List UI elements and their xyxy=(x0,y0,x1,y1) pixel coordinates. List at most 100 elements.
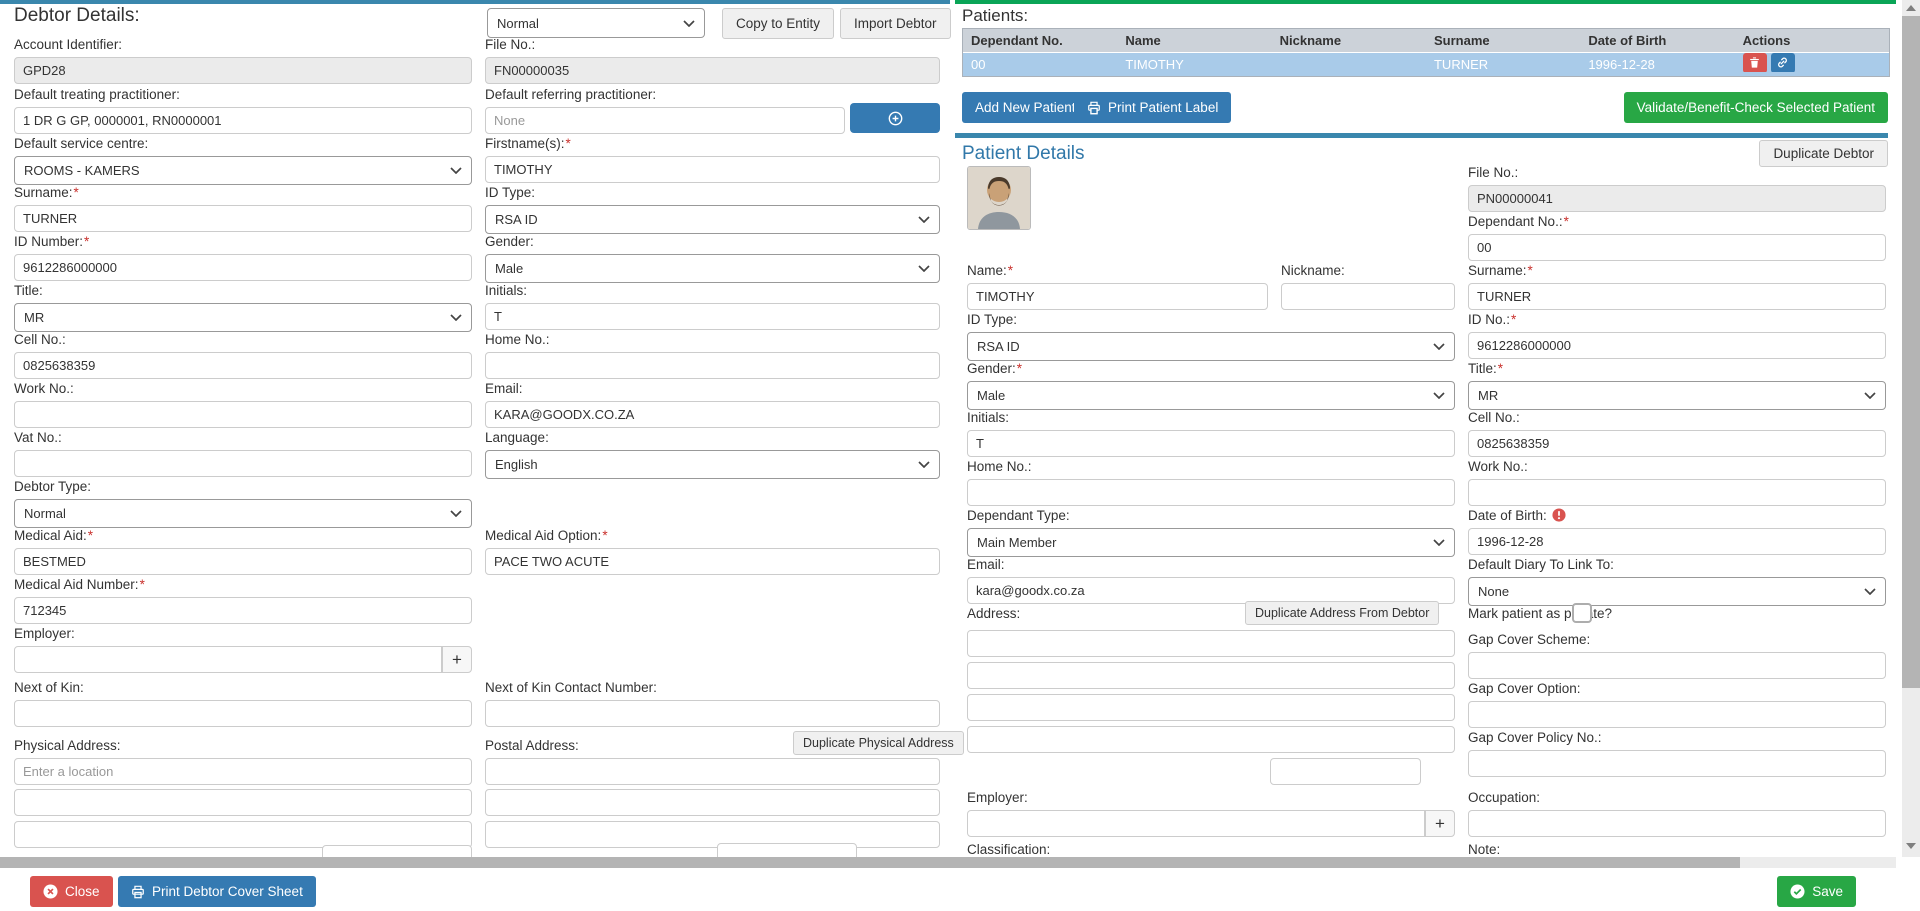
duplicate-debtor-button[interactable]: Duplicate Debtor xyxy=(1759,140,1888,167)
patient-surname-input[interactable] xyxy=(1468,283,1886,310)
gap-cover-option-field: Gap Cover Option: xyxy=(1468,681,1886,728)
debtor-id-type-label: ID Type: xyxy=(485,185,940,202)
nok-contact-input[interactable] xyxy=(485,700,940,727)
postal-address-line1-input[interactable] xyxy=(485,758,940,785)
firstnames-input[interactable] xyxy=(485,156,940,183)
delete-patient-button[interactable] xyxy=(1743,53,1767,72)
treating-practitioner-input[interactable] xyxy=(14,107,472,134)
debtor-status-select[interactable]: Normal xyxy=(487,8,705,38)
cell-dependant-no: 00 xyxy=(963,53,1117,76)
vertical-scrollbar-track xyxy=(1902,0,1920,857)
patient-id-type-select[interactable]: RSA ID xyxy=(967,332,1455,361)
patient-address-line4-input[interactable] xyxy=(967,726,1455,753)
debtor-work-input[interactable] xyxy=(14,401,472,428)
patient-address-line2-input[interactable] xyxy=(967,662,1455,689)
close-button[interactable]: Close xyxy=(30,876,113,907)
patient-initials-input[interactable] xyxy=(967,430,1455,457)
plus-icon: + xyxy=(1435,814,1445,834)
default-diary-select[interactable]: None xyxy=(1468,577,1886,606)
link-patient-button[interactable] xyxy=(1771,53,1795,72)
medical-aid-field: Medical Aid:* xyxy=(14,528,472,575)
validate-benefit-check-button[interactable]: Validate/Benefit-Check Selected Patient xyxy=(1624,92,1888,123)
add-referring-practitioner-button[interactable] xyxy=(850,103,940,133)
physical-address-line3-input[interactable] xyxy=(14,821,472,848)
debtor-id-type-select[interactable]: RSA ID xyxy=(485,205,940,234)
horizontal-scrollbar-thumb[interactable] xyxy=(0,857,1740,868)
next-of-kin-input[interactable] xyxy=(14,700,472,727)
default-diary-field: Default Diary To Link To: None xyxy=(1468,557,1886,606)
chevron-down-icon xyxy=(1433,343,1445,350)
patient-id-type-label: ID Type: xyxy=(967,312,1455,329)
debtor-vat-label: Vat No.: xyxy=(14,430,472,447)
debtor-type-select[interactable]: Normal xyxy=(14,499,472,528)
debtor-employer-input[interactable] xyxy=(14,646,442,673)
scroll-up-arrow[interactable] xyxy=(1906,5,1916,11)
duplicate-address-from-debtor-button[interactable]: Duplicate Address From Debtor xyxy=(1245,601,1439,625)
debtor-home-label: Home No.: xyxy=(485,332,940,349)
patient-address-code-input[interactable] xyxy=(1270,758,1421,785)
debtor-surname-input[interactable] xyxy=(14,205,472,232)
patient-photo[interactable] xyxy=(967,166,1031,230)
patient-work-input[interactable] xyxy=(1468,479,1886,506)
patient-address-line3-input[interactable] xyxy=(967,694,1455,721)
medical-aid-option-input[interactable] xyxy=(485,548,940,575)
debtor-cell-input[interactable] xyxy=(14,352,472,379)
copy-to-entity-button[interactable]: Copy to Entity xyxy=(722,8,834,39)
debtor-home-input[interactable] xyxy=(485,352,940,379)
patient-employer-input[interactable] xyxy=(967,810,1425,837)
print-patient-label-button[interactable]: Print Patient Label xyxy=(1074,92,1231,123)
patient-name-label: Name:* xyxy=(967,263,1268,280)
medical-aid-input[interactable] xyxy=(14,548,472,575)
patient-gender-select[interactable]: Male xyxy=(967,381,1455,410)
patient-id-no-input[interactable] xyxy=(1468,332,1886,359)
gap-cover-option-input[interactable] xyxy=(1468,701,1886,728)
patient-name-input[interactable] xyxy=(967,283,1268,310)
patient-file-no-input[interactable] xyxy=(1468,185,1886,212)
vertical-scrollbar-thumb[interactable] xyxy=(1902,16,1920,688)
date-of-birth-input[interactable] xyxy=(1468,528,1886,555)
physical-address-line1-input[interactable] xyxy=(14,758,472,785)
language-select[interactable]: English xyxy=(485,450,940,479)
save-button[interactable]: Save xyxy=(1777,876,1856,907)
postal-address-line2-input[interactable] xyxy=(485,789,940,816)
debtor-title-select[interactable]: MR xyxy=(14,303,472,332)
scroll-down-arrow[interactable] xyxy=(1906,843,1916,849)
debtor-file-no-input[interactable] xyxy=(485,57,940,84)
physical-address-field: Physical Address: xyxy=(14,738,472,785)
patient-cell-label: Cell No.: xyxy=(1468,410,1886,427)
patient-nickname-input[interactable] xyxy=(1281,283,1455,310)
trash-icon xyxy=(1749,56,1760,69)
debtor-gender-select[interactable]: Male xyxy=(485,254,940,283)
service-centre-select[interactable]: ROOMS - KAMERS xyxy=(14,156,472,185)
referring-practitioner-input[interactable] xyxy=(485,107,845,134)
mark-private-checkbox[interactable] xyxy=(1572,603,1592,623)
patient-dependant-no-input[interactable] xyxy=(1468,234,1886,261)
duplicate-physical-address-button[interactable]: Duplicate Physical Address xyxy=(793,731,964,755)
patient-cell-input[interactable] xyxy=(1468,430,1886,457)
medical-aid-number-input[interactable] xyxy=(14,597,472,624)
medical-aid-option-label: Medical Aid Option:* xyxy=(485,528,940,545)
patient-table-row-selected[interactable]: 00 TIMOTHY TURNER 1996-12-28 xyxy=(963,53,1889,76)
debtor-email-input[interactable] xyxy=(485,401,940,428)
physical-address-line2-input[interactable] xyxy=(14,789,472,816)
debtor-vat-input[interactable] xyxy=(14,450,472,477)
dependant-type-select[interactable]: Main Member xyxy=(967,528,1455,557)
patient-home-input[interactable] xyxy=(967,479,1455,506)
patient-address-label: Address: xyxy=(967,606,1020,623)
postal-address-line3-input[interactable] xyxy=(485,821,940,848)
gap-cover-scheme-input[interactable] xyxy=(1468,652,1886,679)
patient-email-input[interactable] xyxy=(967,577,1455,604)
gap-cover-scheme-field: Gap Cover Scheme: xyxy=(1468,632,1886,679)
occupation-input[interactable] xyxy=(1468,810,1886,837)
print-debtor-cover-sheet-button[interactable]: Print Debtor Cover Sheet xyxy=(118,876,316,907)
account-identifier-input[interactable] xyxy=(14,57,472,84)
gap-cover-policy-input[interactable] xyxy=(1468,750,1886,777)
debtor-employer-add-button[interactable]: + xyxy=(442,646,472,673)
patient-title-select[interactable]: MR xyxy=(1468,381,1886,410)
add-new-patient-button[interactable]: Add New Patient xyxy=(962,92,1089,123)
patient-address-line1-input[interactable] xyxy=(967,630,1455,657)
debtor-initials-input[interactable] xyxy=(485,303,940,330)
debtor-id-number-input[interactable] xyxy=(14,254,472,281)
import-debtor-button[interactable]: Import Debtor xyxy=(840,8,951,39)
patient-employer-add-button[interactable]: + xyxy=(1425,810,1455,837)
